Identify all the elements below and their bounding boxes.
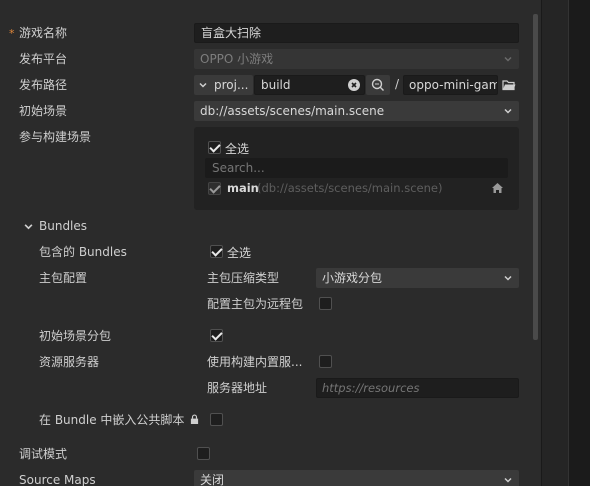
start-scene-subpackage-label: 初始场景分包	[39, 329, 112, 343]
chevron-down-icon	[199, 82, 207, 88]
lock-icon	[190, 414, 199, 424]
chevron-down-icon	[504, 56, 512, 62]
chevron-down-icon	[504, 108, 512, 114]
search-icon	[371, 78, 384, 91]
chevron-down-icon	[504, 477, 512, 483]
chevron-down-icon	[504, 275, 512, 281]
resource-server-label: 资源服务器	[39, 355, 100, 369]
path-prefix-value: proj...	[214, 78, 249, 92]
debug-mode-checkbox[interactable]	[197, 447, 210, 460]
server-address-input[interactable]	[316, 378, 519, 398]
server-address-label: 服务器地址	[207, 381, 268, 395]
scenes-select-all-label: 全选	[225, 142, 250, 156]
side-panel-inner	[568, 0, 590, 486]
required-mark: *	[9, 27, 15, 40]
compress-type-value: 小游戏分包	[322, 271, 383, 285]
home-icon	[492, 183, 503, 193]
scrollbar-thumb[interactable]	[533, 14, 538, 340]
builtin-server-checkbox[interactable]	[319, 355, 332, 368]
chevron-down-icon[interactable]	[24, 222, 33, 231]
scene-item-checkbox[interactable]	[208, 182, 221, 195]
scene-search-input[interactable]	[205, 158, 508, 178]
debug-mode-label: 调试模式	[19, 447, 68, 461]
search-folder-button[interactable]	[366, 75, 390, 95]
start-scene-value: db://assets/scenes/main.scene	[200, 104, 385, 118]
path-separator: /	[395, 77, 400, 91]
source-maps-label: Source Maps	[19, 473, 96, 486]
scenes-panel: 全选 main (db://assets/scenes/main.scene)	[194, 127, 519, 210]
scene-item-name: main	[227, 181, 259, 195]
game-name-label: 游戏名称	[19, 26, 68, 40]
remote-main-checkbox[interactable]	[319, 297, 332, 310]
source-maps-value: 关闭	[200, 473, 225, 486]
compress-type-select[interactable]: 小游戏分包	[316, 268, 519, 288]
scenes-select-all-checkbox[interactable]	[208, 141, 221, 154]
build-path-suffix-input[interactable]: oppo-mini-game	[403, 75, 498, 95]
embed-script-checkbox[interactable]	[210, 413, 223, 426]
folder-icon[interactable]	[502, 79, 516, 91]
start-scene-select[interactable]: db://assets/scenes/main.scene	[194, 101, 519, 121]
remote-main-label: 配置主包为远程包	[207, 297, 304, 311]
scenes-label: 参与构建场景	[19, 130, 92, 144]
included-bundles-select-all: 全选	[227, 246, 252, 260]
source-maps-select[interactable]: 关闭	[194, 470, 519, 486]
embed-script-label: 在 Bundle 中嵌入公共脚本	[39, 413, 185, 427]
included-bundles-checkbox[interactable]	[210, 245, 223, 258]
scene-item-path: (db://assets/scenes/main.scene)	[257, 181, 443, 195]
clear-icon[interactable]	[348, 79, 360, 91]
build-path-label: 发布路径	[19, 78, 68, 92]
platform-label: 发布平台	[19, 52, 68, 66]
start-scene-label: 初始场景	[19, 104, 68, 118]
platform-select[interactable]: OPPO 小游戏	[194, 49, 519, 69]
bundles-section-title[interactable]: Bundles	[39, 218, 87, 234]
compress-type-label: 主包压缩类型	[207, 271, 280, 285]
start-scene-subpackage-checkbox[interactable]	[210, 329, 223, 342]
platform-value: OPPO 小游戏	[200, 52, 274, 66]
builtin-server-label: 使用构建内置服...	[207, 355, 303, 369]
main-package-label: 主包配置	[39, 271, 88, 285]
path-prefix-select[interactable]: proj...	[194, 75, 253, 95]
game-name-input[interactable]: 盲盒大扫除	[194, 23, 519, 43]
included-bundles-label: 包含的 Bundles	[39, 245, 127, 259]
